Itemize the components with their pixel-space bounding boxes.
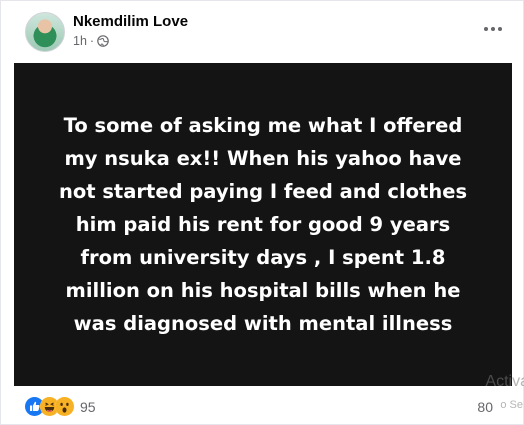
- more-options-icon[interactable]: [475, 17, 511, 41]
- author-name[interactable]: Nkemdilim Love: [73, 13, 188, 30]
- activate-windows-watermark: Activa: [485, 373, 524, 390]
- meta-separator: ·: [89, 34, 95, 48]
- activate-windows-subtitle: o Se: [500, 399, 523, 411]
- post-text-block: To some of asking me what I offered my n…: [14, 63, 512, 386]
- post-header: Nkemdilim Love 1h ·: [1, 1, 524, 63]
- post-footer: 95 80: [1, 387, 524, 425]
- post-time[interactable]: 1h: [73, 34, 87, 48]
- wow-icon: [55, 397, 74, 416]
- reactions-summary[interactable]: 95: [25, 397, 96, 416]
- reaction-count: 95: [80, 398, 96, 415]
- comment-count[interactable]: 80: [477, 399, 493, 415]
- globe-icon: [97, 35, 109, 47]
- post-text: To some of asking me what I offered my n…: [58, 114, 468, 335]
- post-meta: 1h ·: [73, 34, 109, 48]
- facebook-post: Nkemdilim Love 1h · To some of asking me…: [0, 0, 524, 425]
- avatar[interactable]: [25, 12, 65, 52]
